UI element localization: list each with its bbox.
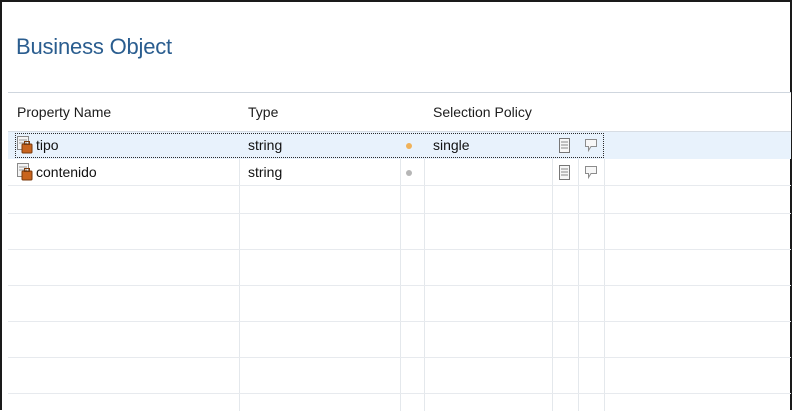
properties-table: Property Name Type Selection Policy tipo	[8, 92, 791, 411]
row-divider	[8, 393, 791, 394]
row-divider	[8, 357, 791, 358]
panel-title: Business Object	[16, 34, 172, 59]
row-divider	[8, 321, 791, 322]
header-comment[interactable]	[578, 93, 604, 131]
header-type[interactable]: Type	[239, 93, 400, 131]
speech-bubble-icon[interactable]	[584, 165, 598, 179]
header-status[interactable]	[400, 93, 424, 131]
row-divider	[8, 249, 791, 250]
header-documentation[interactable]	[552, 93, 578, 131]
document-icon[interactable]	[559, 165, 570, 180]
table-header: Property Name Type Selection Policy	[8, 93, 791, 132]
table-row[interactable]: tipo string single	[8, 132, 791, 159]
property-type[interactable]: string	[248, 159, 282, 186]
status-dot	[406, 170, 412, 176]
header-property-name[interactable]: Property Name	[8, 93, 239, 131]
selection-focus-outline	[15, 133, 604, 158]
row-divider	[8, 213, 791, 214]
table-row[interactable]: contenido string	[8, 159, 791, 186]
header-selection-policy[interactable]: Selection Policy	[424, 93, 552, 131]
row-divider	[8, 285, 791, 286]
business-property-icon	[17, 163, 33, 181]
business-object-panel: Business Object Property Name Type Selec…	[0, 0, 792, 411]
property-name[interactable]: contenido	[36, 159, 97, 186]
